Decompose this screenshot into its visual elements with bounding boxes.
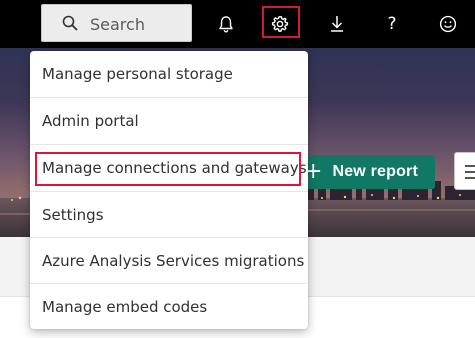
menu-item-label: Manage personal storage — [42, 65, 233, 83]
menu-item-label: Settings — [42, 206, 104, 224]
new-report-label: New report — [332, 163, 419, 180]
top-bar: ? — [0, 0, 475, 48]
view-toggle-button[interactable] — [454, 152, 475, 190]
new-report-button[interactable]: + New report — [295, 155, 435, 189]
smiley-icon[interactable] — [436, 12, 460, 36]
search-input[interactable] — [90, 13, 186, 35]
menu-item-settings[interactable]: Settings — [30, 192, 308, 238]
menu-item-azure-analysis-services-migrations[interactable]: Azure Analysis Services migrations — [30, 238, 308, 284]
menu-item-manage-personal-storage[interactable]: Manage personal storage — [30, 51, 308, 97]
gear-icon[interactable] — [268, 12, 292, 36]
bell-icon[interactable] — [214, 12, 238, 36]
help-glyph: ? — [387, 14, 397, 34]
menu-item-admin-portal[interactable]: Admin portal — [30, 98, 308, 144]
menu-item-highlight-box — [35, 152, 301, 186]
settings-menu: Manage personal storage Admin portal Man… — [30, 51, 308, 329]
download-icon[interactable] — [325, 12, 349, 36]
menu-item-label: Admin portal — [42, 112, 139, 130]
search-box[interactable] — [41, 4, 192, 42]
search-icon — [62, 15, 78, 31]
help-icon[interactable]: ? — [380, 12, 404, 36]
list-icon — [465, 165, 475, 179]
menu-item-label: Azure Analysis Services migrations — [42, 252, 305, 270]
menu-item-manage-embed-codes[interactable]: Manage embed codes — [30, 284, 308, 330]
menu-item-label: Manage embed codes — [42, 298, 208, 316]
